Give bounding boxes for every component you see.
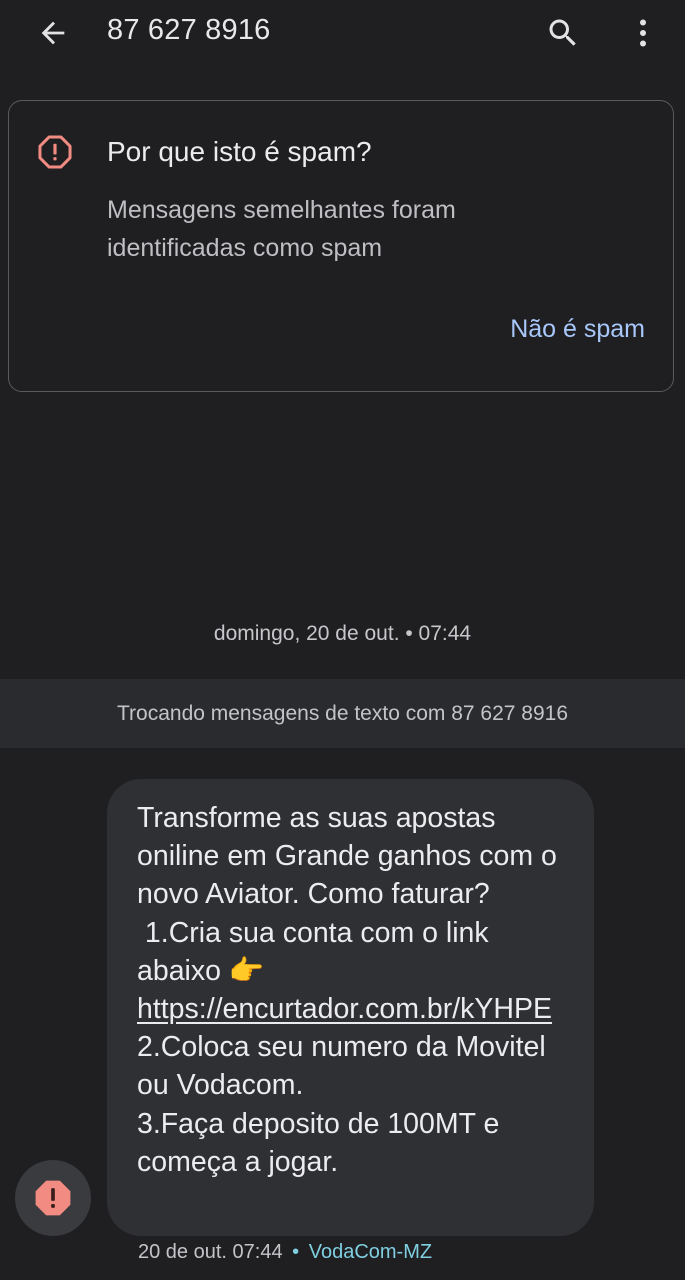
arrow-left-icon <box>41 21 65 45</box>
message-text-part: Transforme as suas apostas oniline em Gr… <box>137 802 557 987</box>
message-timestamp: 20 de out. 07:44 <box>138 1241 283 1263</box>
back-button[interactable] <box>30 10 76 56</box>
more-vert-icon <box>640 19 646 47</box>
search-button[interactable] <box>540 10 586 56</box>
carrier-label: VodaCom-MZ <box>308 1241 433 1263</box>
date-separator: domingo, 20 de out. • 07:44 <box>213 622 472 645</box>
message-meta: 20 de out. 07:44 • VodaCom-MZ <box>138 1241 432 1264</box>
spam-warning-button[interactable] <box>15 1160 91 1236</box>
message-text: Transforme as suas apostas oniline em Gr… <box>137 799 566 1181</box>
spam-card-description: Mensagens semelhantes foram identificada… <box>107 196 456 262</box>
meta-separator: • <box>292 1241 300 1263</box>
search-icon <box>549 19 576 46</box>
spam-warning-icon <box>35 1180 71 1216</box>
more-options-button[interactable] <box>620 10 666 56</box>
spam-octagon-icon <box>38 135 72 169</box>
spam-info-card: Por que isto é spam? Mensagens semelhant… <box>8 100 674 392</box>
conversation-info-banner: Trocando mensagens de texto com 87 627 8… <box>0 679 685 748</box>
message-text-part: 2.Coloca seu numero da Movitel ou Vodaco… <box>137 1031 546 1178</box>
conversation-title: 87 627 8916 <box>107 14 271 46</box>
top-app-bar: 87 627 8916 <box>0 0 685 66</box>
message-bubble[interactable]: Transforme as suas apostas oniline em Gr… <box>107 779 594 1236</box>
spam-card-heading: Por que isto é spam? <box>107 136 372 167</box>
not-spam-button[interactable]: Não é spam <box>510 315 645 344</box>
message-link[interactable]: https://encurtador.com.br/kYHPE <box>137 993 552 1025</box>
